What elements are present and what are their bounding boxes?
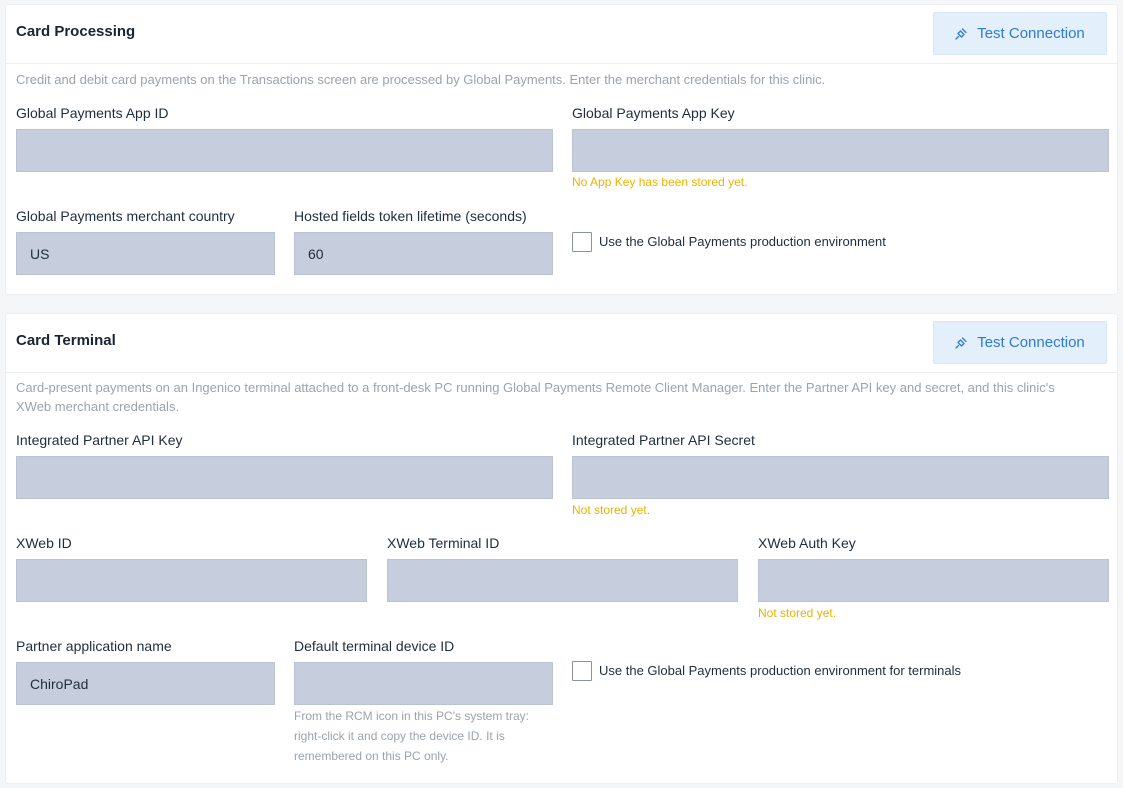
xweb-auth-key-label: XWeb Auth Key: [758, 535, 856, 551]
plug-icon: [955, 27, 967, 40]
app-key-input[interactable]: [572, 129, 1109, 172]
card-terminal-title: Card Terminal: [16, 332, 116, 349]
partner-api-secret-label: Integrated Partner API Secret: [572, 432, 755, 448]
card-processing-description: Credit and debit card payments on the Tr…: [16, 72, 826, 87]
terminal-production-environment-checkbox[interactable]: [572, 661, 592, 681]
app-id-label: Global Payments App ID: [16, 105, 169, 121]
xweb-auth-key-status-note: Not stored yet.: [758, 606, 837, 620]
default-device-id-label: Default terminal device ID: [294, 638, 455, 654]
xweb-id-input[interactable]: [16, 559, 367, 602]
app-key-status-note: No App Key has been stored yet.: [572, 175, 748, 189]
test-connection-label: Test Connection: [977, 334, 1085, 351]
xweb-terminal-id-label: XWeb Terminal ID: [387, 535, 500, 551]
merchant-country-label: Global Payments merchant country: [16, 208, 235, 224]
app-id-input[interactable]: [16, 129, 553, 172]
partner-api-secret-status-note: Not stored yet.: [572, 503, 651, 517]
default-device-id-help: From the RCM icon in this PC's system tr…: [294, 709, 530, 763]
partner-app-name-input[interactable]: ChiroPad: [16, 662, 275, 705]
partner-app-name-label: Partner application name: [16, 638, 172, 654]
app-key-label: Global Payments App Key: [572, 105, 735, 121]
production-environment-label: Use the Global Payments production envir…: [599, 234, 886, 249]
partner-api-key-label: Integrated Partner API Key: [16, 432, 183, 448]
production-environment-checkbox[interactable]: [572, 232, 592, 252]
card-processing-title: Card Processing: [16, 23, 136, 40]
card-processing-panel: Card Processing Test Connection Credit a…: [5, 4, 1118, 295]
xweb-terminal-id-input[interactable]: [387, 559, 738, 602]
card-processing-header: Card Processing Test Connection: [6, 5, 1117, 64]
xweb-id-label: XWeb ID: [16, 535, 72, 551]
terminal-production-environment-label: Use the Global Payments production envir…: [599, 663, 962, 678]
test-connection-label: Test Connection: [977, 25, 1085, 42]
card-terminal-description: Card-present payments on an Ingenico ter…: [16, 380, 1055, 414]
card-terminal-test-connection-button[interactable]: Test Connection: [933, 321, 1107, 364]
token-lifetime-label: Hosted fields token lifetime (seconds): [294, 208, 527, 224]
merchant-country-input[interactable]: US: [16, 232, 275, 275]
plug-icon: [955, 336, 967, 349]
xweb-auth-key-input[interactable]: [758, 559, 1109, 602]
token-lifetime-input[interactable]: 60: [294, 232, 553, 275]
card-terminal-panel: Card Terminal Test Connection Card-prese…: [5, 313, 1118, 784]
default-device-id-input[interactable]: [294, 662, 553, 705]
card-processing-test-connection-button[interactable]: Test Connection: [933, 12, 1107, 55]
partner-api-secret-input[interactable]: [572, 456, 1109, 499]
partner-api-key-input[interactable]: [16, 456, 553, 499]
card-terminal-header: Card Terminal Test Connection: [6, 314, 1117, 373]
